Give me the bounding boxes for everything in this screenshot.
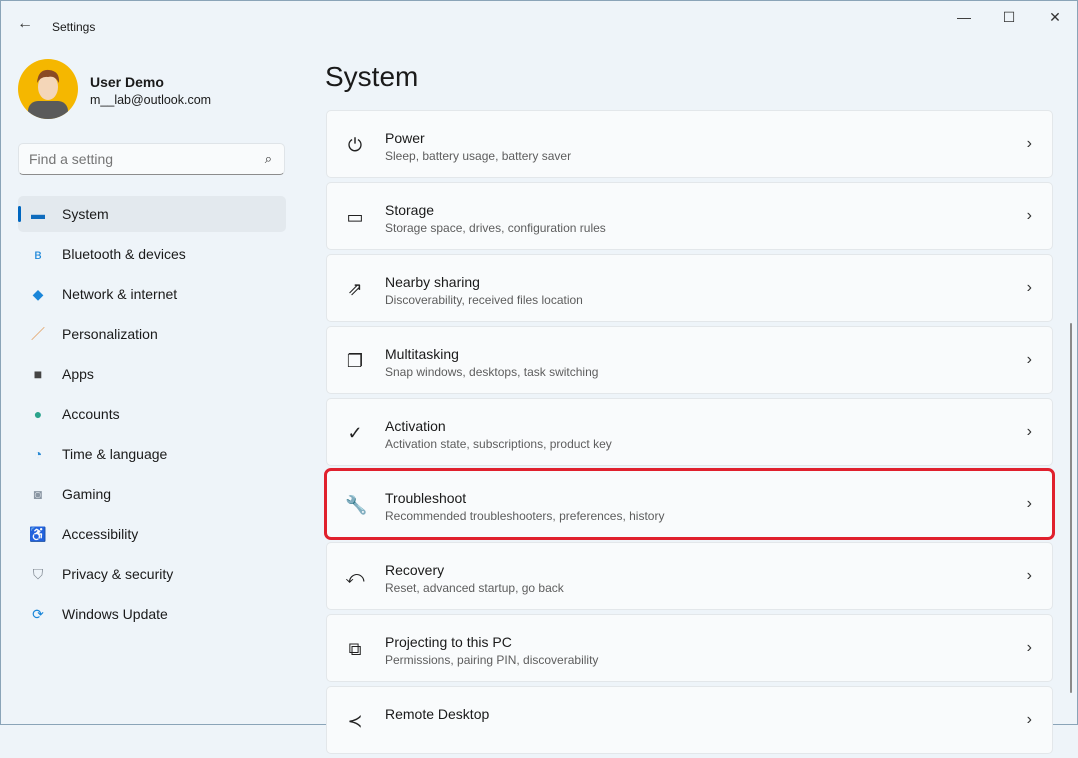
sidebar-item-label: Accessibility bbox=[62, 526, 138, 542]
card-title: Multitasking bbox=[385, 346, 459, 362]
sidebar-item-gaming[interactable]: ◙ Gaming bbox=[18, 476, 286, 512]
chevron-right-icon: › bbox=[1027, 639, 1032, 657]
card-subtitle: Reset, advanced startup, go back bbox=[385, 581, 564, 595]
search-box[interactable]: ⌕ bbox=[18, 143, 285, 175]
sidebar-item-network-internet[interactable]: ◆ Network & internet bbox=[18, 276, 286, 312]
chevron-right-icon: › bbox=[1027, 207, 1032, 225]
sidebar-item-label: Gaming bbox=[62, 486, 111, 502]
sidebar-item-privacy-security[interactable]: ⛉ Privacy & security bbox=[18, 556, 286, 592]
chevron-right-icon: › bbox=[1027, 711, 1032, 729]
card-storage[interactable]: ▭ Storage Storage space, drives, configura… bbox=[326, 182, 1053, 250]
network-internet-icon: ◆ bbox=[30, 286, 46, 302]
settings-list: ⏻ Power Sleep, battery usage, battery save… bbox=[326, 110, 1053, 758]
sidebar-item-label: Privacy & security bbox=[62, 566, 173, 582]
time-language-icon: ◔ bbox=[30, 446, 46, 462]
sidebar-item-label: System bbox=[62, 206, 109, 222]
sidebar-item-accounts[interactable]: ● Accounts bbox=[18, 396, 286, 432]
card-subtitle: Sleep, battery usage, battery saver bbox=[385, 149, 571, 163]
card-activation[interactable]: ✓ Activation Activation state, subscriptio… bbox=[326, 398, 1053, 466]
card-title: Activation bbox=[385, 418, 446, 434]
card-title: Recovery bbox=[385, 562, 444, 578]
card-title: Power bbox=[385, 130, 425, 146]
sidebar-nav: ▬ System ʙ Bluetooth & devices ◆ Network & in… bbox=[18, 196, 286, 636]
sidebar-item-label: Accounts bbox=[62, 406, 120, 422]
card-subtitle: Recommended troubleshooters, preferences… bbox=[385, 509, 664, 523]
activation-icon: ✓ bbox=[345, 423, 365, 443]
projecting-to-this-pc-icon: ⧉ bbox=[345, 639, 365, 659]
troubleshoot-icon: 🔧 bbox=[345, 495, 365, 515]
nearby-sharing-icon: ⇗ bbox=[345, 279, 365, 299]
search-input[interactable] bbox=[19, 144, 239, 174]
card-subtitle: Permissions, pairing PIN, discoverabilit… bbox=[385, 653, 598, 667]
user-name: User Demo bbox=[90, 74, 164, 90]
privacy-security-icon: ⛉ bbox=[30, 566, 46, 582]
card-projecting-to-this-pc[interactable]: ⧉ Projecting to this PC Permissions, pairi… bbox=[326, 614, 1053, 682]
gaming-icon: ◙ bbox=[30, 486, 46, 502]
sidebar-item-time-language[interactable]: ◔ Time & language bbox=[18, 436, 286, 472]
accounts-icon: ● bbox=[30, 406, 46, 422]
sidebar-item-windows-update[interactable]: ⟳ Windows Update bbox=[18, 596, 286, 632]
chevron-right-icon: › bbox=[1027, 567, 1032, 585]
power-icon: ⏻ bbox=[345, 135, 365, 155]
windows-update-icon: ⟳ bbox=[30, 606, 46, 622]
chevron-right-icon: › bbox=[1027, 279, 1032, 297]
recovery-icon: ⤺ bbox=[345, 567, 365, 587]
system-icon: ▬ bbox=[30, 206, 46, 222]
page-title: System bbox=[325, 61, 418, 93]
bluetooth-devices-icon: ʙ bbox=[30, 246, 46, 262]
card-remote-desktop[interactable]: ≺ Remote Desktop › bbox=[326, 686, 1053, 754]
card-title: Storage bbox=[385, 202, 434, 218]
remote-desktop-icon: ≺ bbox=[345, 711, 365, 731]
search-icon[interactable]: ⌕ bbox=[265, 151, 272, 167]
sidebar-item-personalization[interactable]: ／ Personalization bbox=[18, 316, 286, 352]
card-troubleshoot[interactable]: 🔧 Troubleshoot Recommended troubleshooters… bbox=[326, 470, 1053, 538]
scrollbar[interactable] bbox=[1070, 323, 1072, 693]
sidebar-item-apps[interactable]: ■ Apps bbox=[18, 356, 286, 392]
card-nearby-sharing[interactable]: ⇗ Nearby sharing Discoverability, received… bbox=[326, 254, 1053, 322]
avatar-icon bbox=[18, 59, 78, 119]
card-title: Nearby sharing bbox=[385, 274, 480, 290]
app-title: Settings bbox=[52, 20, 95, 34]
card-subtitle: Activation state, subscriptions, product… bbox=[385, 437, 612, 451]
sidebar-item-label: Apps bbox=[62, 366, 94, 382]
card-title: Remote Desktop bbox=[385, 706, 489, 722]
user-email: m__lab@outlook.com bbox=[90, 93, 211, 107]
chevron-right-icon: › bbox=[1027, 135, 1032, 153]
close-button[interactable]: ✕ bbox=[1032, 9, 1078, 29]
multitasking-icon: ❐ bbox=[345, 351, 365, 371]
avatar[interactable] bbox=[18, 59, 78, 119]
card-title: Troubleshoot bbox=[385, 490, 466, 506]
sidebar-item-bluetooth-devices[interactable]: ʙ Bluetooth & devices bbox=[18, 236, 286, 272]
card-recovery[interactable]: ⤺ Recovery Reset, advanced startup, go bac… bbox=[326, 542, 1053, 610]
chevron-right-icon: › bbox=[1027, 495, 1032, 513]
sidebar-item-label: Bluetooth & devices bbox=[62, 246, 186, 262]
sidebar-item-accessibility[interactable]: ♿ Accessibility bbox=[18, 516, 286, 552]
accessibility-icon: ♿ bbox=[30, 526, 46, 542]
back-button[interactable]: ← bbox=[17, 15, 33, 33]
title-bar: ← Settings — ☐ ✕ bbox=[1, 1, 1077, 51]
sidebar-item-label: Windows Update bbox=[62, 606, 168, 622]
card-subtitle: Discoverability, received files location bbox=[385, 293, 583, 307]
card-power[interactable]: ⏻ Power Sleep, battery usage, battery save… bbox=[326, 110, 1053, 178]
chevron-right-icon: › bbox=[1027, 351, 1032, 369]
card-multitasking[interactable]: ❐ Multitasking Snap windows, desktops, tas… bbox=[326, 326, 1053, 394]
minimize-button[interactable]: — bbox=[941, 9, 987, 29]
storage-icon: ▭ bbox=[345, 207, 365, 227]
chevron-right-icon: › bbox=[1027, 423, 1032, 441]
card-subtitle: Snap windows, desktops, task switching bbox=[385, 365, 598, 379]
apps-icon: ■ bbox=[30, 366, 46, 382]
personalization-icon: ／ bbox=[30, 326, 46, 342]
card-subtitle: Storage space, drives, configuration rul… bbox=[385, 221, 606, 235]
sidebar-item-label: Time & language bbox=[62, 446, 167, 462]
sidebar-item-label: Personalization bbox=[62, 326, 158, 342]
card-title: Projecting to this PC bbox=[385, 634, 512, 650]
maximize-button[interactable]: ☐ bbox=[986, 9, 1032, 29]
sidebar-item-system[interactable]: ▬ System bbox=[18, 196, 286, 232]
sidebar-item-label: Network & internet bbox=[62, 286, 177, 302]
